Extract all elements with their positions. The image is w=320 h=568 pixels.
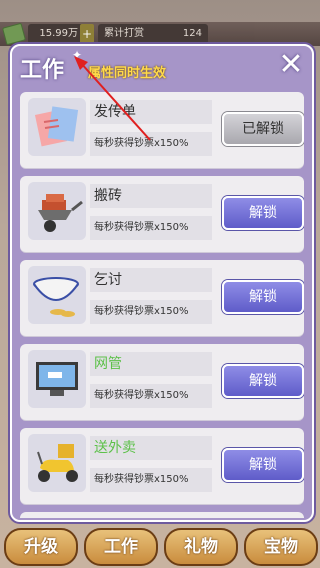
tip-value: 124 <box>182 28 202 39</box>
monitor-icon <box>28 350 86 408</box>
unlock-button[interactable]: 解锁 <box>222 280 304 314</box>
job-name: 乞讨 <box>90 268 212 292</box>
sparkle-icon: ✦ <box>72 48 83 62</box>
nav-work[interactable]: 工作 <box>84 528 158 566</box>
bottom-nav: 升级 工作 礼物 宝物 <box>0 526 320 568</box>
job-effect: 每秒获得钞票x150% <box>90 384 212 408</box>
job-card: 发传单 每秒获得钞票x150% 已解锁 <box>20 92 304 168</box>
add-money-button[interactable]: + <box>80 24 94 44</box>
job-card: 保安 <box>20 512 304 518</box>
cash-icon <box>2 22 26 46</box>
tip-counter: 累计打赏 124 <box>98 24 208 44</box>
work-panel: 工作 ✦ 属性同时生效 ✕ 发传单 每秒获得钞票x150% 已解锁 搬砖 每秒获… <box>10 44 314 522</box>
wheelbarrow-icon <box>28 182 86 240</box>
job-card: 乞讨 每秒获得钞票x150% 解锁 <box>20 260 304 336</box>
bowl-icon <box>28 266 86 324</box>
job-effect: 每秒获得钞票x150% <box>90 132 212 156</box>
nav-gift[interactable]: 礼物 <box>164 528 238 566</box>
close-button[interactable]: ✕ <box>276 50 306 80</box>
unlocked-button[interactable]: 已解锁 <box>222 112 304 146</box>
panel-header: 工作 ✦ 属性同时生效 ✕ <box>12 46 312 86</box>
unlock-button[interactable]: 解锁 <box>222 364 304 398</box>
nav-treasure[interactable]: 宝物 <box>244 528 318 566</box>
job-effect: 每秒获得钞票x150% <box>90 216 212 240</box>
unlock-button[interactable]: 解锁 <box>222 196 304 230</box>
job-name: 搬砖 <box>90 184 212 208</box>
panel-title: 工作 <box>20 58 65 83</box>
job-card: 送外卖 每秒获得钞票x150% 解锁 <box>20 428 304 504</box>
job-name: 送外卖 <box>90 436 212 460</box>
top-status-bar: 15.99万 + 累计打赏 124 <box>0 22 320 46</box>
flyer-icon <box>28 98 86 156</box>
tip-label: 累计打赏 <box>104 28 144 39</box>
scooter-icon <box>28 434 86 492</box>
job-effect: 每秒获得钞票x150% <box>90 468 212 492</box>
job-card: 搬砖 每秒获得钞票x150% 解锁 <box>20 176 304 252</box>
job-name: 网管 <box>90 352 212 376</box>
job-card: 网管 每秒获得钞票x150% 解锁 <box>20 344 304 420</box>
money-amount: 15.99万 <box>28 24 84 44</box>
job-list[interactable]: 发传单 每秒获得钞票x150% 已解锁 搬砖 每秒获得钞票x150% 解锁 乞讨… <box>20 90 304 518</box>
job-name: 发传单 <box>90 100 212 124</box>
job-effect: 每秒获得钞票x150% <box>90 300 212 324</box>
panel-subtitle: 属性同时生效 <box>88 66 167 81</box>
unlock-button[interactable]: 解锁 <box>222 448 304 482</box>
nav-upgrade[interactable]: 升级 <box>4 528 78 566</box>
